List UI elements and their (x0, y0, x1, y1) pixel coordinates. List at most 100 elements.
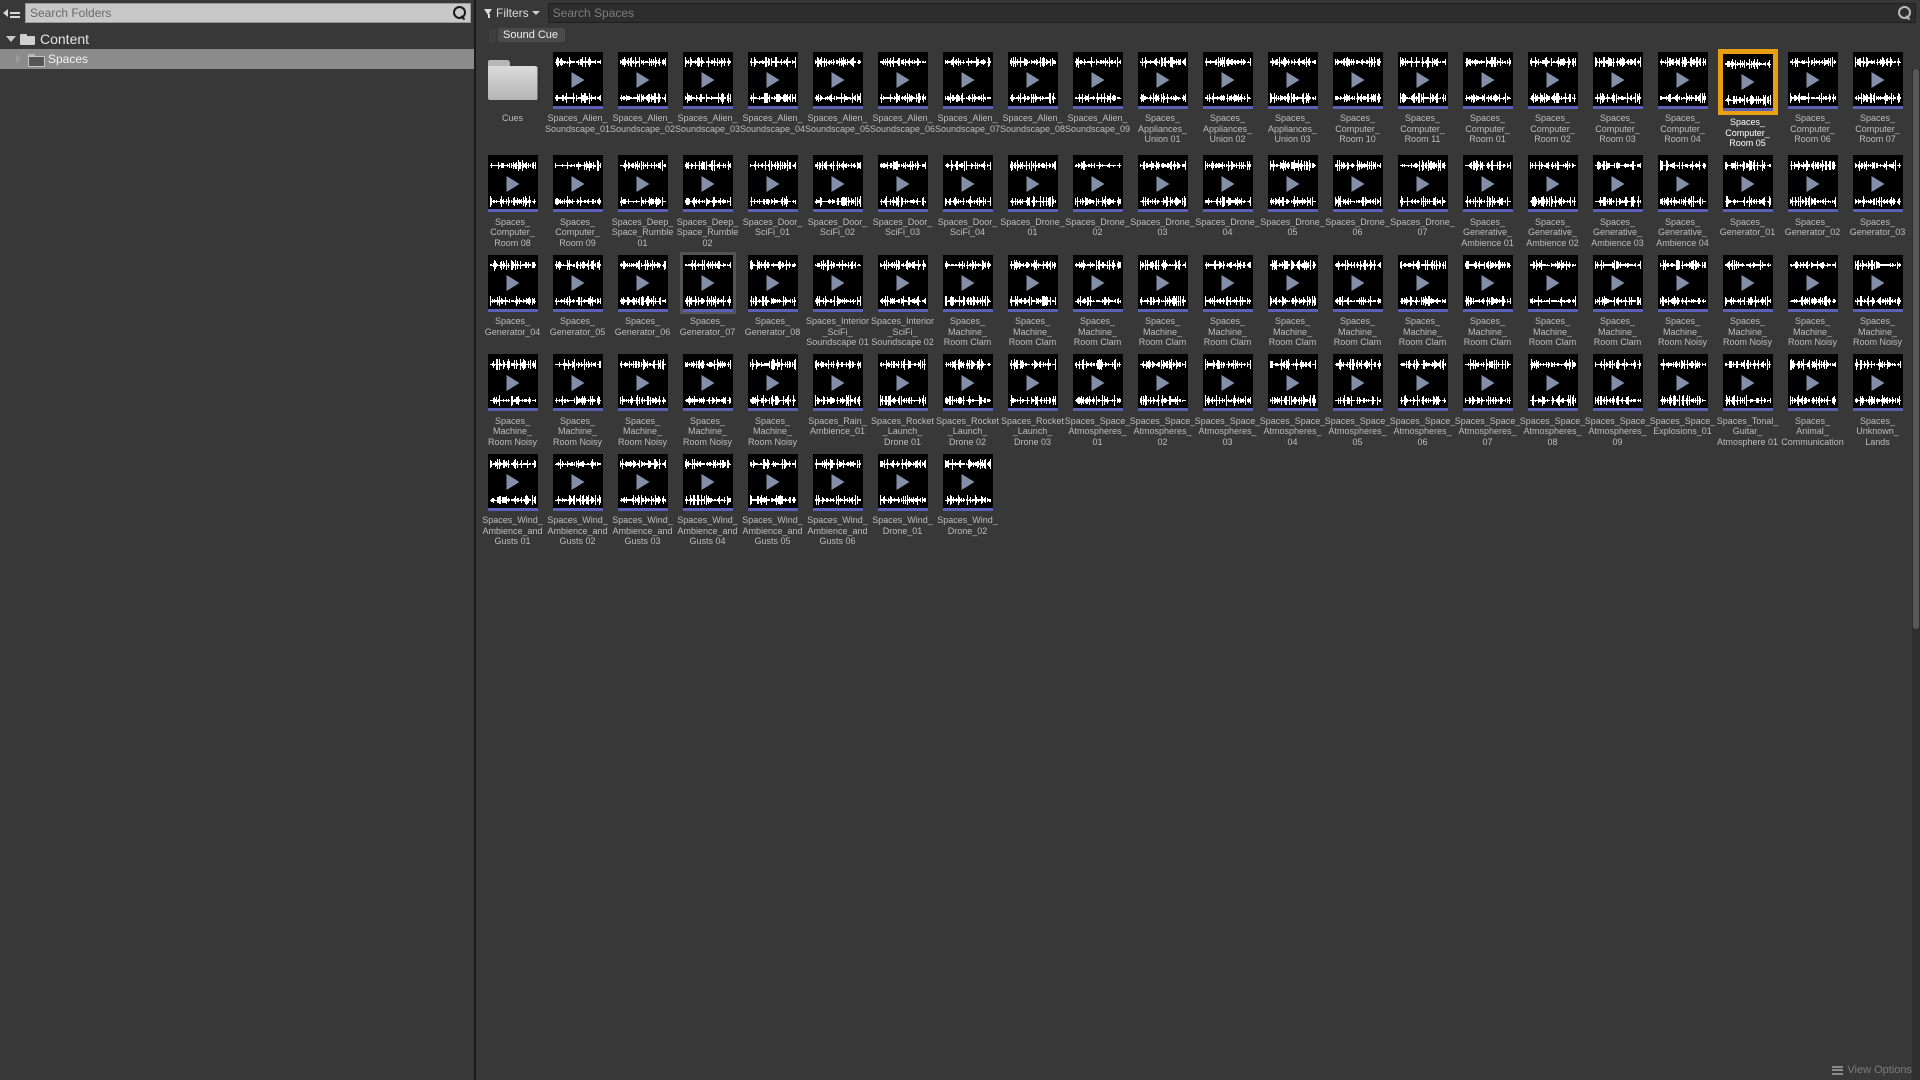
asset-search-box[interactable] (547, 3, 1916, 23)
play-icon[interactable] (1481, 374, 1494, 391)
asset-tile[interactable]: Spaces_ Machine_ Room Clam (1585, 252, 1650, 348)
play-icon[interactable] (1676, 374, 1689, 391)
asset-tile[interactable]: Spaces_ Machine_ Room Noisy (480, 352, 545, 448)
asset-tile[interactable]: Spaces_Drone_ 03 (1130, 153, 1195, 249)
play-icon[interactable] (701, 275, 714, 291)
asset-tile[interactable]: Spaces_Door_ SciFi_02 (805, 153, 870, 249)
asset-tile[interactable]: Spaces_ Computer_ Room 10 (1325, 49, 1390, 149)
asset-tile[interactable]: Spaces_Alien_ Soundscape_07 (935, 49, 1000, 149)
play-icon[interactable] (1351, 374, 1364, 391)
asset-tile[interactable]: Spaces_ Machine_ Room Clam (1130, 252, 1195, 348)
asset-tile[interactable]: Spaces_ Computer_ Room 06 (1780, 49, 1845, 149)
play-icon[interactable] (1806, 275, 1819, 291)
asset-tile[interactable]: Spaces_Wind_ Ambience_and Gusts 01 (480, 451, 545, 547)
play-icon[interactable] (1156, 175, 1169, 192)
play-icon[interactable] (571, 374, 584, 391)
play-icon[interactable] (571, 175, 584, 192)
play-icon[interactable] (636, 72, 649, 88)
play-icon[interactable] (1091, 275, 1104, 291)
asset-grid-area[interactable]: Cues Spaces_Alien_ Soundscape_01 Spaces_Al… (476, 43, 1920, 1080)
play-icon[interactable] (896, 275, 909, 291)
play-icon[interactable] (1416, 175, 1429, 192)
play-icon[interactable] (896, 72, 909, 88)
play-icon[interactable] (766, 374, 779, 391)
asset-tile[interactable]: Spaces_Alien_ Soundscape_06 (870, 49, 935, 149)
play-icon[interactable] (1286, 175, 1299, 192)
filter-chip-sound-cue[interactable]: Sound Cue (489, 27, 566, 42)
play-icon[interactable] (1676, 72, 1689, 88)
asset-tile[interactable]: Spaces_Deep_ Space_Rumble 02 (675, 153, 740, 249)
asset-tile[interactable]: Spaces_Wind_ Drone_01 (870, 451, 935, 547)
asset-tile[interactable]: Spaces_ Machine_ Room Noisy (675, 352, 740, 448)
asset-tile[interactable]: Spaces_Space_ Atmospheres_ 05 (1325, 352, 1390, 448)
play-icon[interactable] (1871, 275, 1884, 291)
asset-tile[interactable]: Spaces_Space_ Atmospheres_ 09 (1585, 352, 1650, 448)
asset-tile[interactable]: Spaces_ Generator_06 (610, 252, 675, 348)
play-icon[interactable] (1156, 72, 1169, 88)
asset-tile[interactable]: Spaces_ Machine_ Room Noisy (545, 352, 610, 448)
vertical-scrollbar-thumb[interactable] (1913, 69, 1919, 629)
play-icon[interactable] (961, 374, 974, 391)
play-icon[interactable] (701, 175, 714, 192)
play-icon[interactable] (1741, 374, 1754, 391)
play-icon[interactable] (766, 175, 779, 192)
asset-tile[interactable]: Spaces_ Machine_ Room Noisy (1715, 252, 1780, 348)
tree-item-spaces[interactable]: Spaces (0, 49, 474, 69)
asset-tile[interactable]: Spaces_Rocket _Launch_ Drone 03 (1000, 352, 1065, 448)
asset-tile[interactable]: Spaces_Wind_ Ambience_and Gusts 02 (545, 451, 610, 547)
asset-tile[interactable]: Spaces_Space_ Atmospheres_ 02 (1130, 352, 1195, 448)
asset-tile[interactable]: Spaces_ Computer_ Room 05 (1715, 49, 1780, 149)
asset-tile[interactable]: Spaces_ Computer_ Room 09 (545, 153, 610, 249)
play-icon[interactable] (1351, 175, 1364, 192)
asset-tile[interactable]: Spaces_Space_ Atmospheres_ 08 (1520, 352, 1585, 448)
play-icon[interactable] (1091, 175, 1104, 192)
asset-tile[interactable]: Spaces_Wind_ Ambience_and Gusts 05 (740, 451, 805, 547)
play-icon[interactable] (1156, 275, 1169, 291)
play-icon[interactable] (1416, 374, 1429, 391)
asset-tile[interactable]: Spaces_Rain_ Ambience_01 (805, 352, 870, 448)
asset-tile[interactable]: Spaces_Alien_ Soundscape_05 (805, 49, 870, 149)
play-icon[interactable] (831, 72, 844, 88)
play-icon[interactable] (961, 474, 974, 490)
play-icon[interactable] (896, 474, 909, 490)
asset-tile[interactable]: Spaces_ Machine_ Room Noisy (1650, 252, 1715, 348)
asset-tile[interactable]: Spaces_ Machine_ Room Clam (1000, 252, 1065, 348)
asset-tile[interactable]: Spaces_Drone_ 04 (1195, 153, 1260, 249)
play-icon[interactable] (1416, 275, 1429, 291)
play-icon[interactable] (1741, 74, 1754, 90)
asset-tile[interactable]: Spaces_ Machine_ Room Noisy (1780, 252, 1845, 348)
filters-button[interactable]: Filters (482, 6, 542, 20)
play-icon[interactable] (701, 374, 714, 391)
play-icon[interactable] (506, 175, 519, 192)
asset-tile[interactable]: Spaces_Wind_ Ambience_and Gusts 06 (805, 451, 870, 547)
asset-tile[interactable]: Spaces_Alien_ Soundscape_04 (740, 49, 805, 149)
asset-tile[interactable]: Spaces_ Computer_ Room 11 (1390, 49, 1455, 149)
play-icon[interactable] (1871, 72, 1884, 88)
asset-tile[interactable]: Spaces_Wind_ Drone_02 (935, 451, 1000, 547)
asset-tile[interactable]: Spaces_Space_ Explosions_01 (1650, 352, 1715, 448)
play-icon[interactable] (1221, 175, 1234, 192)
asset-tile[interactable]: Spaces_ Computer_ Room 03 (1585, 49, 1650, 149)
asset-tile[interactable]: Spaces_ Unknown_ Lands (1845, 352, 1910, 448)
asset-tile[interactable]: Spaces_ Generator_01 (1715, 153, 1780, 249)
asset-tile[interactable]: Spaces_Space_ Atmospheres_ 03 (1195, 352, 1260, 448)
play-icon[interactable] (1741, 175, 1754, 192)
asset-tile[interactable]: Spaces_ Computer_ Room 02 (1520, 49, 1585, 149)
folder-tile[interactable]: Cues (480, 49, 545, 149)
asset-tile[interactable]: Spaces_Wind_ Ambience_and Gusts 03 (610, 451, 675, 547)
asset-tile[interactable]: Spaces_Alien_ Soundscape_03 (675, 49, 740, 149)
asset-tile[interactable]: Spaces_ Machine_ Room Clam (1455, 252, 1520, 348)
asset-tile[interactable]: Spaces_Door_ SciFi_04 (935, 153, 1000, 249)
asset-tile[interactable]: Spaces_ Generative_ Ambience 04 (1650, 153, 1715, 249)
asset-tile[interactable]: Spaces_Wind_ Ambience_and Gusts 04 (675, 451, 740, 547)
asset-tile[interactable]: Spaces_ Computer_ Room 01 (1455, 49, 1520, 149)
play-icon[interactable] (766, 474, 779, 490)
play-icon[interactable] (1806, 175, 1819, 192)
play-icon[interactable] (1546, 374, 1559, 391)
play-icon[interactable] (1871, 175, 1884, 192)
play-icon[interactable] (831, 275, 844, 291)
play-icon[interactable] (896, 374, 909, 391)
asset-tile[interactable]: Spaces_Alien_ Soundscape_01 (545, 49, 610, 149)
asset-tile[interactable]: Spaces_ Machine_ Room Noisy (610, 352, 675, 448)
asset-tile[interactable]: Spaces_ Generator_04 (480, 252, 545, 348)
